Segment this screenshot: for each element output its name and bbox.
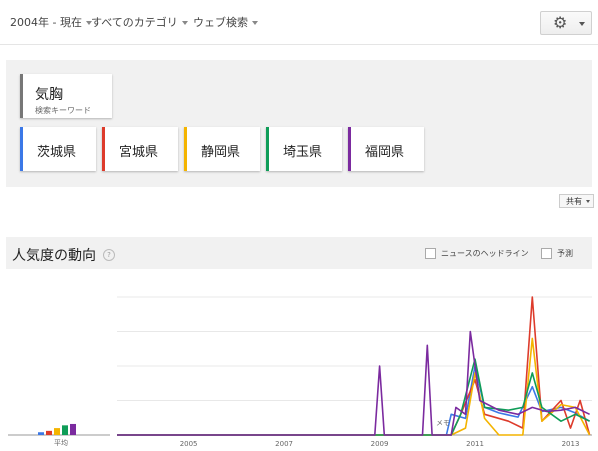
- news-headlines-label: ニュースのヘッドライン: [441, 249, 529, 258]
- x-tick-label: 2007: [275, 440, 293, 448]
- chevron-down-icon: [579, 22, 585, 26]
- average-bar: [38, 432, 44, 435]
- average-bar: [70, 423, 76, 435]
- average-bar: [46, 430, 52, 435]
- trend-title: 人気度の動向: [12, 248, 96, 264]
- x-tick-label: 2013: [562, 440, 580, 448]
- forecast-label: 予測: [557, 249, 573, 258]
- average-label: 平均: [54, 438, 68, 447]
- top-bar: 2004年 - 現在 すべてのカテゴリ ウェブ検索 ⚙: [0, 0, 598, 45]
- x-axis: 2005 2007 2009 2011 2013: [180, 440, 580, 448]
- forecast-checkbox[interactable]: [541, 248, 552, 259]
- settings-button[interactable]: ⚙: [540, 11, 592, 35]
- region-card-ibaraki[interactable]: 茨城県: [20, 127, 96, 171]
- chevron-down-icon: [586, 200, 590, 203]
- search-type-dropdown[interactable]: ウェブ検索: [193, 14, 258, 30]
- gear-icon: ⚙: [553, 13, 568, 32]
- series-line: [117, 330, 590, 436]
- x-tick-label: 2005: [180, 440, 198, 448]
- average-bar: [62, 425, 68, 435]
- average-bars: [38, 423, 76, 435]
- region-card-fukuoka[interactable]: 福岡県: [348, 127, 424, 171]
- category-dropdown[interactable]: すべてのカテゴリ: [91, 14, 188, 30]
- share-button[interactable]: 共有: [559, 194, 594, 208]
- region-card-shizuoka[interactable]: 静岡県: [184, 127, 260, 171]
- news-headlines-checkbox[interactable]: [425, 248, 436, 259]
- search-term-card[interactable]: 気胸 検索キーワード: [20, 74, 112, 118]
- region-card-miyagi[interactable]: 宮城県: [102, 127, 178, 171]
- search-term: 気胸: [35, 87, 63, 103]
- average-bar: [54, 428, 60, 435]
- region-card-saitama[interactable]: 埼玉県: [266, 127, 342, 171]
- x-tick-label: 2011: [466, 440, 484, 448]
- note-label: メモ: [436, 419, 450, 427]
- help-icon[interactable]: ?: [103, 249, 115, 261]
- time-range-dropdown[interactable]: 2004年 - 現在: [10, 14, 92, 30]
- chevron-down-icon: [181, 21, 188, 25]
- series-line: [117, 337, 591, 436]
- series-line: [117, 358, 590, 436]
- search-term-type: 検索キーワード: [35, 106, 91, 115]
- trend-chart: 2005 2007 2009 2011 2013 平均 メモ: [8, 296, 592, 448]
- chevron-down-icon: [252, 21, 258, 25]
- x-tick-label: 2009: [371, 440, 389, 448]
